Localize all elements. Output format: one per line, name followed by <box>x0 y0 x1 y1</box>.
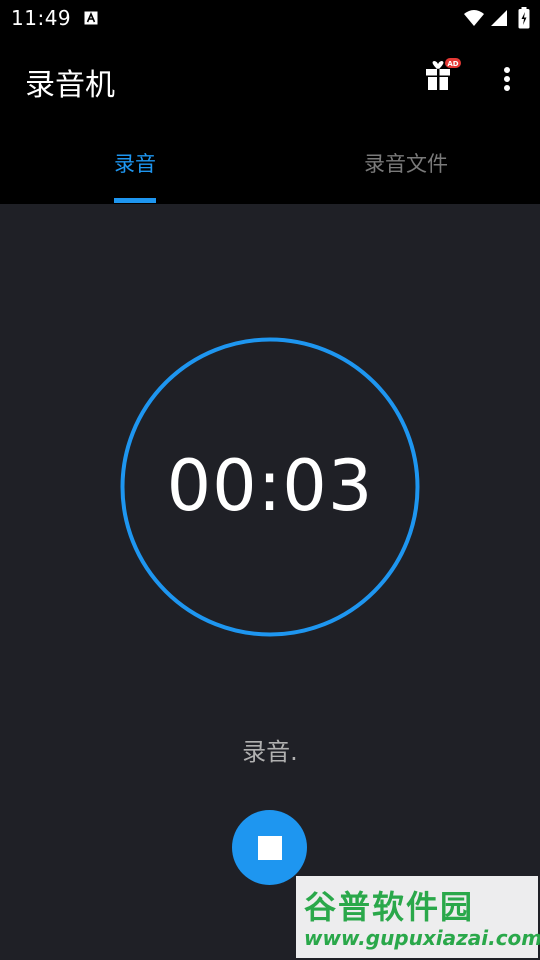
watermark-url: www.gupuxiazai.com <box>304 926 540 950</box>
gift-badge: AD <box>447 60 458 68</box>
watermark-title: 谷普软件园 <box>304 888 475 926</box>
tab-indicator <box>114 198 156 203</box>
stop-icon <box>257 835 282 860</box>
tab-recording-files[interactable]: 录音文件 <box>364 148 448 178</box>
a-icon <box>84 11 98 25</box>
gift-icon[interactable]: AD <box>423 58 463 94</box>
status-time: 11:49 <box>11 6 72 30</box>
stop-button[interactable] <box>232 810 307 885</box>
status-bar: 11:49 <box>0 0 540 36</box>
wifi-icon <box>464 10 484 26</box>
more-vert-icon[interactable] <box>497 66 517 92</box>
app-title: 录音机 <box>25 68 115 103</box>
tab-record[interactable]: 录音 <box>114 148 156 178</box>
battery-icon <box>518 7 530 29</box>
watermark: 谷普软件园 www.gupuxiazai.com <box>296 876 540 958</box>
signal-icon <box>491 10 507 26</box>
elapsed-time: 00:03 <box>166 445 374 527</box>
top-bar: 11:49 录音机 AD 录音 录音文件 <box>0 0 540 204</box>
recording-status: 录音. <box>242 738 298 766</box>
